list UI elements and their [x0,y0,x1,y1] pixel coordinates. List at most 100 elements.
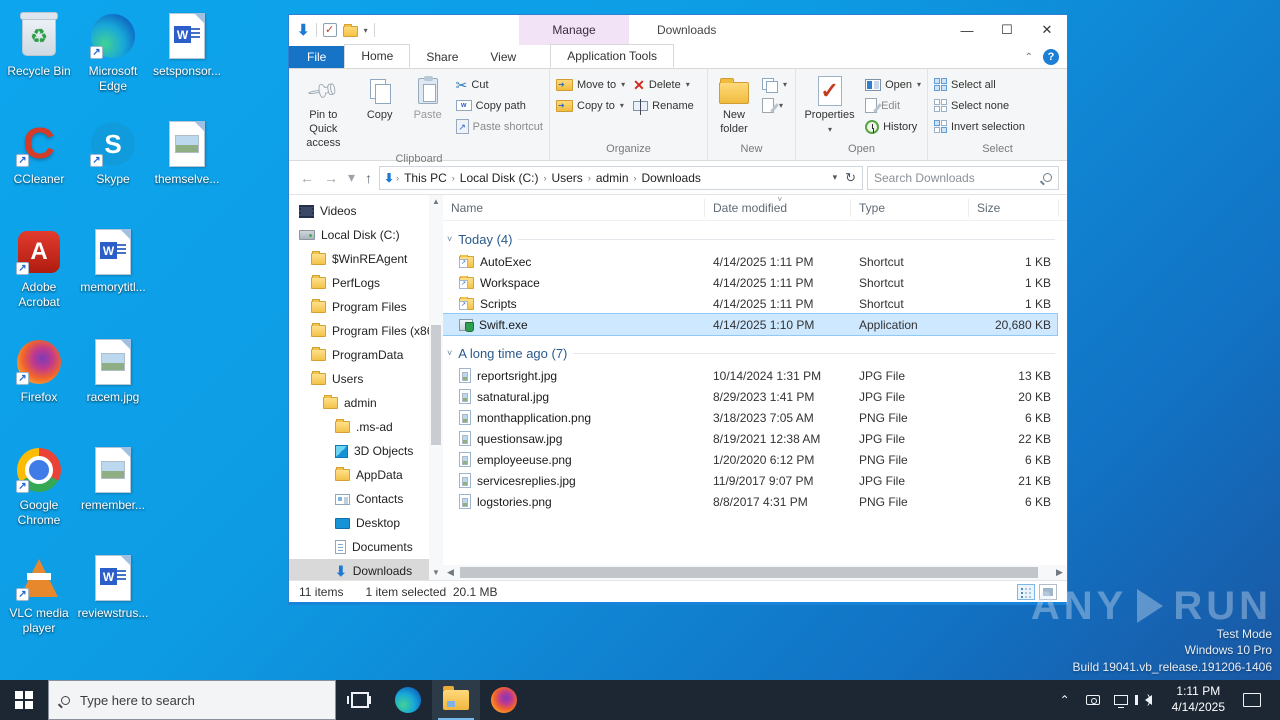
group-collapse-chevron-icon[interactable]: ˅ [447,348,452,358]
action-center-icon[interactable] [1243,693,1261,707]
tab-view[interactable]: View [474,46,532,68]
recent-locations-chevron-icon[interactable]: ▾ [345,169,358,186]
desktop-icon-recycle-bin[interactable]: ♻ Recycle Bin [2,12,76,116]
up-button[interactable]: ↑ [362,170,375,186]
group-collapse-chevron-icon[interactable]: ˅ [447,234,452,244]
properties-button[interactable]: Properties ▾ [798,72,861,140]
nav-item-documents[interactable]: Documents [289,535,429,559]
pin-to-quick-access-button[interactable]: 📌︎ Pin to Quick access [291,72,356,153]
column-date-modified[interactable]: ˅ Date modified [705,195,851,217]
nav-item-perflogs[interactable]: PerfLogs [289,271,429,295]
collapse-ribbon-chevron-icon[interactable]: ⌃ [1025,52,1033,63]
minimize-button[interactable]: — [947,15,987,45]
search-box[interactable] [867,165,1059,190]
nav-item-admin[interactable]: admin [289,391,429,415]
taskbar-search[interactable]: Type here to search [48,680,336,720]
select-all-button[interactable]: Select all [930,74,1029,95]
nav-item-local-disk[interactable]: Local Disk (C:) [289,223,429,247]
desktop-icon-edge[interactable]: ↗ Microsoft Edge [76,12,150,116]
taskbar-edge-button[interactable] [384,680,432,720]
file-row[interactable]: Workspace 4/14/2025 1:11 PM Shortcut 1 K… [443,272,1057,293]
desktop-icon-adobe-acrobat[interactable]: A ↗ Adobe Acrobat [2,228,76,332]
desktop-icon-vlc[interactable]: ↗ VLC media player [2,554,76,658]
forward-button[interactable]: → [321,170,341,186]
file-row[interactable]: logstories.png 8/8/2017 4:31 PM PNG File… [443,491,1057,512]
manage-contextual-tab[interactable]: Manage [519,15,629,45]
network-icon[interactable] [1108,680,1134,720]
scroll-up-arrow-icon[interactable]: ▲ [429,195,443,209]
screen-recorder-icon[interactable] [1080,680,1106,720]
refresh-icon[interactable]: ↻ [843,170,858,186]
nav-item-ms-ad[interactable]: .ms-ad [289,415,429,439]
scroll-right-arrow-icon[interactable]: ▶ [1052,567,1067,578]
address-dropdown-chevron-icon[interactable]: ▾ [829,172,842,183]
move-to-button[interactable]: Move to▾ [552,74,629,95]
new-item-button[interactable]: ▾ [758,95,791,116]
group-header-long-time-ago[interactable]: ˅ A long time ago (7) [443,341,1067,365]
tab-file[interactable]: File [289,46,345,68]
rename-button[interactable]: Rename [629,95,698,116]
nav-item-3d-objects[interactable]: 3D Objects [289,439,429,463]
nav-item-videos[interactable]: Videos [289,199,429,223]
tab-application-tools[interactable]: Application Tools [550,44,675,68]
copy-path-button[interactable]: w Copy path [452,95,547,116]
back-button[interactable]: ← [297,170,317,186]
taskbar-file-explorer-button[interactable] [432,680,480,720]
edit-button[interactable]: Edit [861,95,925,116]
copy-button[interactable]: Copy [356,72,404,126]
maximize-button[interactable]: ☐ [987,15,1027,45]
tab-share[interactable]: Share [410,46,474,68]
start-button[interactable] [0,680,48,720]
taskbar-clock[interactable]: 1:11 PM 4/14/2025 [1164,684,1233,715]
column-name[interactable]: Name [443,198,705,217]
scrollbar-thumb[interactable] [431,325,441,445]
desktop-icon-setsponsor[interactable]: W setsponsor... [150,12,224,116]
nav-item-program-files[interactable]: Program Files [289,295,429,319]
address-bar[interactable]: ⬇ › This PC › Local Disk (C:) › Users › … [379,165,863,190]
new-folder-qat-icon[interactable] [342,23,358,37]
nav-item-desktop[interactable]: Desktop [289,511,429,535]
desktop-icon-firefox[interactable]: ↗ Firefox [2,338,76,442]
copy-to-button[interactable]: Copy to▾ [552,95,629,116]
tray-expand-chevron-icon[interactable]: ⌃ [1052,680,1078,720]
paste-shortcut-button[interactable]: ↗ Paste shortcut [452,116,547,137]
file-row[interactable]: Scripts 4/14/2025 1:11 PM Shortcut 1 KB [443,293,1057,314]
nav-item-program-files-x86[interactable]: Program Files (x86) [289,319,429,343]
group-header-today[interactable]: ˅ Today (4) [443,227,1067,251]
open-button[interactable]: Open ▾ [861,74,925,95]
hscrollbar-thumb[interactable] [460,567,1038,578]
easy-access-button[interactable]: ▾ [758,74,791,95]
nav-item-programdata[interactable]: ProgramData [289,343,429,367]
cut-button[interactable]: ✂ Cut [452,74,547,95]
desktop-icon-themselve[interactable]: themselve... [150,120,224,224]
scroll-left-arrow-icon[interactable]: ◀ [443,567,458,578]
invert-selection-button[interactable]: Invert selection [930,116,1029,137]
nav-item-users[interactable]: Users [289,367,429,391]
horizontal-scrollbar[interactable]: ◀ ▶ [443,565,1067,580]
taskbar-firefox-button[interactable] [480,680,528,720]
column-size[interactable]: Size [969,198,1059,217]
file-row[interactable]: satnatural.jpg 8/29/2023 1:41 PM JPG Fil… [443,386,1057,407]
file-row[interactable]: monthapplication.png 3/18/2023 7:05 AM P… [443,407,1057,428]
nav-item-contacts[interactable]: Contacts [289,487,429,511]
desktop-icon-skype[interactable]: S ↗ Skype [76,120,150,224]
breadcrumb-admin[interactable]: admin [593,171,632,185]
file-row[interactable]: AutoExec 4/14/2025 1:11 PM Shortcut 1 KB [443,251,1057,272]
file-row[interactable]: employeeuse.png 1/20/2020 6:12 PM PNG Fi… [443,449,1057,470]
volume-icon[interactable] [1135,680,1162,720]
nav-scrollbar[interactable]: ▲ ▼ [429,195,443,580]
file-row[interactable]: questionsaw.jpg 8/19/2021 12:38 AM JPG F… [443,428,1057,449]
history-button[interactable]: History [861,116,925,137]
nav-item-winreagent[interactable]: $WinREAgent [289,247,429,271]
file-row[interactable]: servicesreplies.jpg 11/9/2017 9:07 PM JP… [443,470,1057,491]
task-view-button[interactable] [336,680,384,720]
new-folder-button[interactable]: New folder [710,72,758,140]
search-input[interactable] [874,170,1037,185]
desktop-icon-google-chrome[interactable]: ↗ Google Chrome [2,446,76,550]
desktop-icon-racem-jpg[interactable]: racem.jpg [76,338,150,442]
nav-item-appdata[interactable]: AppData [289,463,429,487]
desktop-icon-memorytitl[interactable]: W memorytitl... [76,228,150,332]
desktop-icon-ccleaner[interactable]: C ↗ CCleaner [2,120,76,224]
desktop-icon-reviewstrus[interactable]: W reviewstrus... [76,554,150,658]
scroll-down-arrow-icon[interactable]: ▼ [429,566,443,580]
